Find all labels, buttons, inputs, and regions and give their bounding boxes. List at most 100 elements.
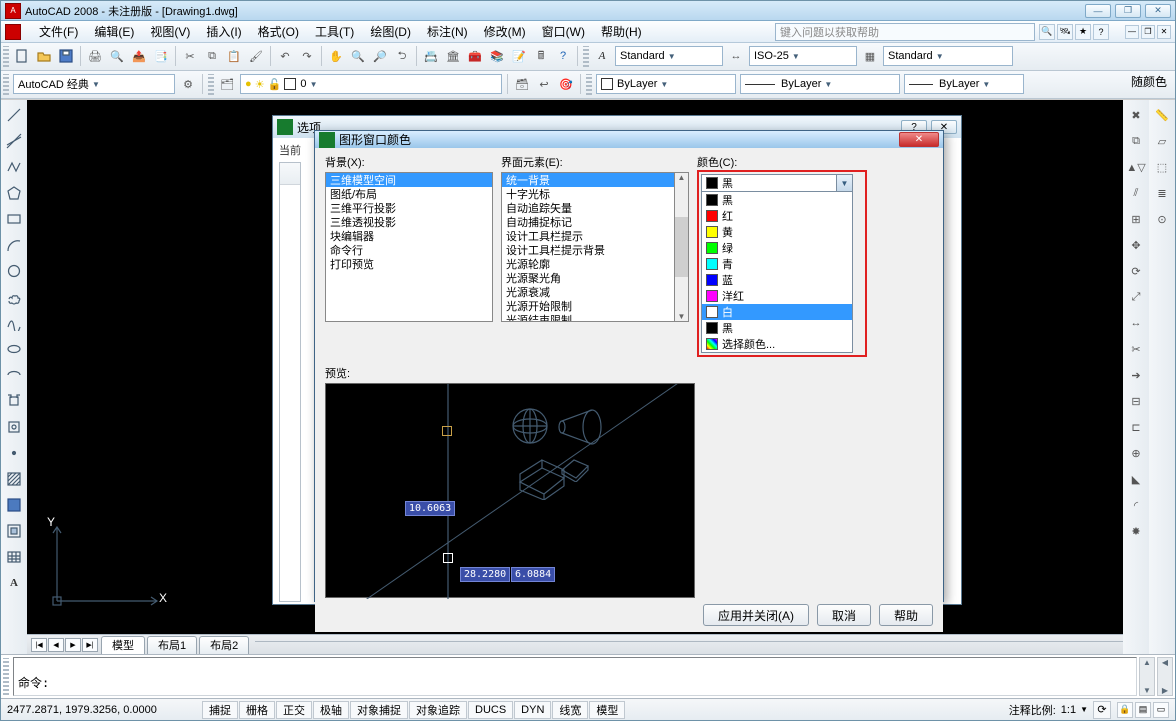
table-style-combo[interactable]: Standard▼ <box>883 46 1013 66</box>
fillet-tool[interactable]: ◜ <box>1125 494 1147 516</box>
save-button[interactable] <box>55 45 77 67</box>
zoom-prev-button[interactable]: ⮌ <box>391 45 413 67</box>
menu-draw[interactable]: 绘图(D) <box>362 22 419 42</box>
zoom-rt-button[interactable]: 🔍 <box>347 45 369 67</box>
color-option-0[interactable]: 黑 <box>702 192 852 208</box>
mdi-minimize-button[interactable]: — <box>1125 25 1139 39</box>
layer-prop-mgr-button[interactable]: 🗂 <box>216 73 238 95</box>
undo-button[interactable]: ↶ <box>274 45 296 67</box>
region-mass-tool[interactable]: ⬚ <box>1151 156 1173 178</box>
context-item-4[interactable]: 块编辑器 <box>326 229 492 243</box>
print-button[interactable]: 🖨 <box>84 45 106 67</box>
designcenter-button[interactable]: 🏛 <box>442 45 464 67</box>
menu-edit[interactable]: 编辑(E) <box>86 22 142 42</box>
break-tool[interactable]: ⊏ <box>1125 416 1147 438</box>
rectangle-tool[interactable] <box>3 208 25 230</box>
move-tool[interactable]: ✥ <box>1125 234 1147 256</box>
circle-tool[interactable] <box>3 260 25 282</box>
window-restore-button[interactable]: ❐ <box>1115 4 1141 18</box>
workspace-settings-button[interactable]: ⚙ <box>177 73 199 95</box>
element-item-8[interactable]: 光源衰减 <box>502 285 674 299</box>
extend-tool[interactable]: ➔ <box>1125 364 1147 386</box>
xline-tool[interactable] <box>3 130 25 152</box>
explode-tool[interactable]: ✸ <box>1125 520 1147 542</box>
make-block-tool[interactable] <box>3 416 25 438</box>
toggle-osnap[interactable]: 对象捕捉 <box>350 701 408 719</box>
list-tool[interactable]: ≣ <box>1151 182 1173 204</box>
color-option-5[interactable]: 蓝 <box>702 272 852 288</box>
table-tool[interactable] <box>3 546 25 568</box>
color-option-7[interactable]: 白 <box>702 304 852 320</box>
zoom-win-button[interactable]: 🔎 <box>369 45 391 67</box>
rotate-tool[interactable]: ⟳ <box>1125 260 1147 282</box>
tab-next-button[interactable]: ▶ <box>65 638 81 652</box>
command-scrollbar[interactable]: ▲▼ <box>1139 657 1155 696</box>
lineweight-combo[interactable]: ByLayer▼ <box>904 74 1024 94</box>
context-item-3[interactable]: 三维透视投影 <box>326 215 492 229</box>
status-tray-icon[interactable]: ▤ <box>1135 702 1151 718</box>
revcloud-tool[interactable] <box>3 286 25 308</box>
plot-preview-button[interactable]: 🔍 <box>106 45 128 67</box>
color-option-9[interactable]: 选择颜色... <box>702 336 852 352</box>
copy-tool[interactable]: ⧉ <box>1125 130 1147 152</box>
color-option-6[interactable]: 洋红 <box>702 288 852 304</box>
color-combo[interactable]: ByLayer▼ <box>596 74 736 94</box>
element-item-9[interactable]: 光源开始限制 <box>502 299 674 313</box>
redo-button[interactable]: ↷ <box>296 45 318 67</box>
command-scrollbar-h[interactable]: ◀▶ <box>1157 657 1173 696</box>
infocenter-help-icon[interactable]: ? <box>1093 24 1109 40</box>
menu-window[interactable]: 窗口(W) <box>534 22 593 42</box>
color-option-4[interactable]: 青 <box>702 256 852 272</box>
element-listbox[interactable]: 统一背景 十字光标 自动追踪矢量 自动捕捉标记 设计工具栏提示 设计工具栏提示背… <box>501 172 675 322</box>
infocenter-search-icon[interactable]: 🔍 <box>1039 24 1055 40</box>
color-option-1[interactable]: 红 <box>702 208 852 224</box>
mdi-restore-button[interactable]: ❐ <box>1141 25 1155 39</box>
context-item-1[interactable]: 图纸/布局 <box>326 187 492 201</box>
stretch-tool[interactable]: ↔ <box>1125 312 1147 334</box>
element-item-10[interactable]: 光源结束限制 <box>502 313 674 322</box>
status-lock-icon[interactable]: 🔒 <box>1117 702 1133 718</box>
arc-tool[interactable] <box>3 234 25 256</box>
color-dropdown-list[interactable]: 黑红黄绿青蓝洋红白黑选择颜色... <box>701 192 853 353</box>
menu-insert[interactable]: 插入(I) <box>198 22 249 42</box>
menu-tools[interactable]: 工具(T) <box>307 22 362 42</box>
publish-button[interactable]: 📤 <box>128 45 150 67</box>
menu-file[interactable]: 文件(F) <box>31 22 86 42</box>
dim-style-combo[interactable]: ISO-25▼ <box>749 46 857 66</box>
cancel-button[interactable]: 取消 <box>817 604 871 626</box>
quickcalc-button[interactable]: 🖩 <box>530 45 552 67</box>
color-dialog-close-button[interactable]: ✕ <box>899 132 939 147</box>
context-item-6[interactable]: 打印预览 <box>326 257 492 271</box>
element-item-1[interactable]: 十字光标 <box>502 187 674 201</box>
properties-button[interactable]: 📇 <box>420 45 442 67</box>
tab-model[interactable]: 模型 <box>101 636 145 654</box>
props-grip[interactable] <box>586 74 592 95</box>
color-option-2[interactable]: 黄 <box>702 224 852 240</box>
offset-tool[interactable]: ⫽ <box>1125 182 1147 204</box>
command-panel[interactable]: 命令: ▲▼ ◀▶ <box>1 654 1175 698</box>
color-combobox[interactable]: 黑 ▼ <box>701 174 853 192</box>
app-menu-icon[interactable] <box>1 22 31 42</box>
layer-iso-button[interactable]: 🎯 <box>555 73 577 95</box>
tab-layout2[interactable]: 布局2 <box>199 636 249 654</box>
mdi-close-button[interactable]: ✕ <box>1157 25 1171 39</box>
toggle-snap[interactable]: 捕捉 <box>202 701 238 719</box>
element-item-7[interactable]: 光源聚光角 <box>502 271 674 285</box>
toggle-otrack[interactable]: 对象追踪 <box>409 701 467 719</box>
color-option-3[interactable]: 绿 <box>702 240 852 256</box>
open-button[interactable] <box>33 45 55 67</box>
layers-grip[interactable] <box>208 74 214 95</box>
context-item-0[interactable]: 三维模型空间 <box>326 173 492 187</box>
linetype-combo[interactable]: ByLayer▼ <box>740 74 900 94</box>
ellipse-tool[interactable] <box>3 338 25 360</box>
toggle-polar[interactable]: 极轴 <box>313 701 349 719</box>
join-tool[interactable]: ⊕ <box>1125 442 1147 464</box>
hatch-tool[interactable] <box>3 468 25 490</box>
markup-button[interactable]: 📝 <box>508 45 530 67</box>
chamfer-tool[interactable]: ◣ <box>1125 468 1147 490</box>
help-button[interactable]: 帮助 <box>879 604 933 626</box>
styles-toolbar-grip[interactable] <box>583 46 589 67</box>
region-tool[interactable] <box>3 520 25 542</box>
new-button[interactable] <box>11 45 33 67</box>
polygon-tool[interactable] <box>3 182 25 204</box>
